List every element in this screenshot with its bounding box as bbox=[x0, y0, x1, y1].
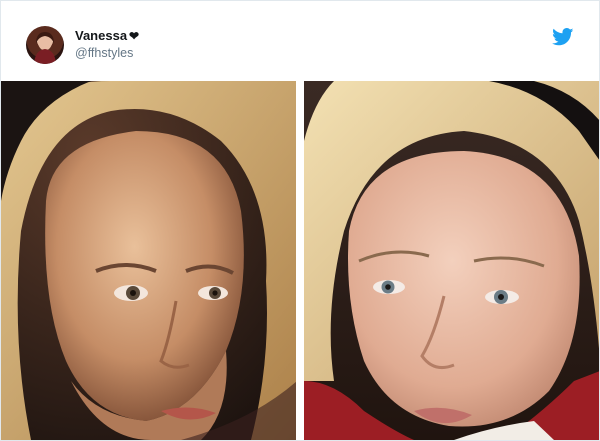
display-name[interactable]: Vanessa ❤ bbox=[75, 28, 139, 43]
media-grid bbox=[1, 81, 599, 440]
tweet-header: Vanessa ❤ @ffhstyles bbox=[1, 1, 599, 79]
author-info: Vanessa ❤ @ffhstyles bbox=[75, 28, 139, 60]
photo-right-portrait bbox=[304, 81, 599, 440]
photo-right[interactable] bbox=[304, 81, 599, 440]
avatar[interactable] bbox=[26, 26, 64, 64]
twitter-bird-icon[interactable] bbox=[552, 28, 574, 46]
tweet-card: Vanessa ❤ @ffhstyles bbox=[0, 0, 600, 441]
display-name-text[interactable]: Vanessa bbox=[75, 28, 127, 43]
photo-left-portrait bbox=[1, 81, 296, 440]
heart-icon: ❤ bbox=[129, 28, 140, 43]
user-handle[interactable]: @ffhstyles bbox=[75, 46, 139, 60]
photo-left[interactable] bbox=[1, 81, 296, 440]
